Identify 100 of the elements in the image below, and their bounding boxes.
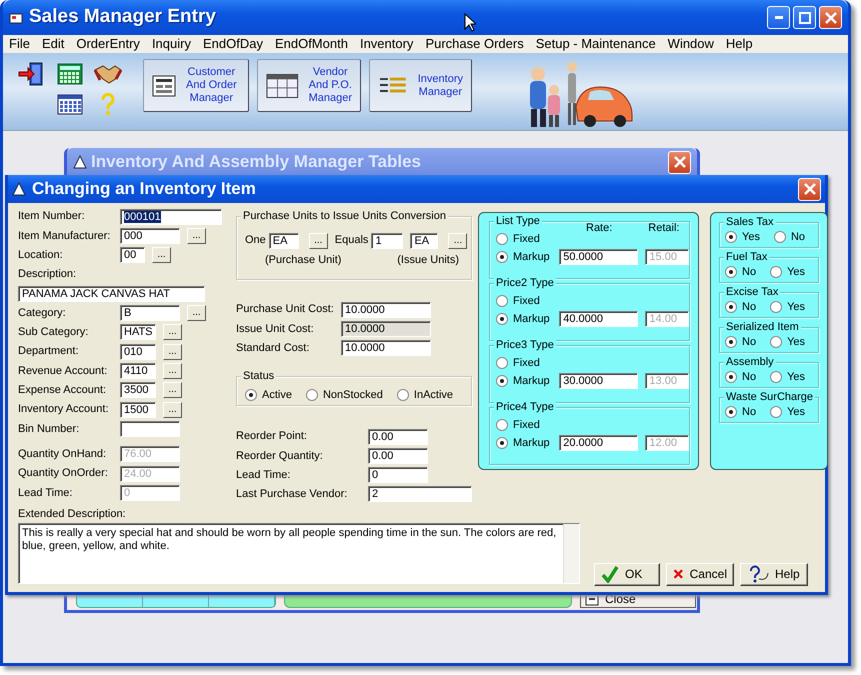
- menu-item[interactable]: Setup - Maintenance: [530, 34, 662, 54]
- lookup-button[interactable]: ...: [163, 382, 182, 398]
- input-field[interactable]: 000: [120, 228, 180, 244]
- radio-label[interactable]: Fixed: [513, 416, 540, 434]
- radio-label[interactable]: Fixed: [513, 230, 540, 248]
- toolbar-button[interactable]: Inventory Manager: [369, 59, 472, 112]
- radio-label[interactable]: No: [742, 368, 756, 386]
- radio-button[interactable]: [725, 231, 737, 243]
- radio-label[interactable]: No: [790, 228, 806, 246]
- lookup-button[interactable]: ...: [163, 402, 182, 418]
- menu-item[interactable]: File: [3, 34, 36, 54]
- radio-label[interactable]: No: [742, 334, 756, 350]
- input-field[interactable]: 2: [368, 486, 472, 502]
- input-field[interactable]: 3500: [120, 382, 156, 398]
- scrollbar[interactable]: [563, 524, 579, 583]
- maximize-button[interactable]: [793, 6, 816, 29]
- ok-button[interactable]: OK: [594, 562, 660, 586]
- input-field[interactable]: B: [120, 305, 180, 322]
- input-field[interactable]: 010: [120, 344, 156, 360]
- toolbar-button[interactable]: Customer And Order Manager: [143, 59, 249, 112]
- lookup-button[interactable]: ...: [187, 228, 206, 244]
- radio-label[interactable]: Markup: [513, 434, 550, 452]
- radio-label[interactable]: Markup: [513, 310, 550, 328]
- radio-button[interactable]: [770, 301, 782, 313]
- lookup-button[interactable]: ...: [448, 232, 468, 249]
- calendar-icon[interactable]: [57, 93, 83, 115]
- radio-button[interactable]: [770, 371, 782, 383]
- input-field[interactable]: HATS: [120, 324, 156, 340]
- menu-item[interactable]: OrderEntry: [70, 34, 146, 54]
- radio-button[interactable]: [496, 295, 508, 307]
- menu-item[interactable]: Inventory: [354, 34, 420, 54]
- menu-item[interactable]: Window: [662, 34, 720, 54]
- input-field[interactable]: 1: [371, 232, 404, 249]
- menu-item[interactable]: Inquiry: [146, 34, 197, 54]
- input-field[interactable]: 000101: [120, 208, 222, 225]
- input-field[interactable]: 0.00: [368, 448, 428, 464]
- radio-label[interactable]: Yes: [787, 298, 806, 316]
- lookup-button[interactable]: ...: [163, 344, 182, 360]
- radio-button[interactable]: [306, 389, 318, 402]
- lookup-button[interactable]: ...: [163, 363, 182, 380]
- radio-label[interactable]: Yes: [787, 334, 806, 350]
- lookup-button[interactable]: ...: [152, 247, 171, 264]
- radio-button[interactable]: [496, 357, 508, 369]
- radio-label[interactable]: Yes: [787, 264, 806, 280]
- radio-button[interactable]: [496, 233, 508, 245]
- close-button[interactable]: [819, 6, 842, 29]
- radio-button[interactable]: [396, 389, 409, 402]
- radio-label[interactable]: Yes: [787, 368, 806, 386]
- radio-button[interactable]: [725, 266, 737, 278]
- input-field[interactable]: EA: [268, 232, 299, 249]
- input-field[interactable]: [120, 420, 180, 437]
- input-field[interactable]: 4110: [120, 363, 156, 380]
- menu-item[interactable]: Help: [720, 34, 759, 54]
- radio-label[interactable]: Markup: [513, 372, 550, 390]
- input-field[interactable]: 10.0000: [341, 302, 431, 318]
- input-field[interactable]: 0.00: [368, 428, 428, 445]
- input-field[interactable]: 0: [368, 467, 428, 484]
- radio-button[interactable]: [770, 336, 782, 348]
- menu-item[interactable]: Edit: [36, 34, 70, 54]
- menu-item[interactable]: EndOfDay: [196, 34, 269, 54]
- radio-button[interactable]: [774, 231, 786, 243]
- input-field[interactable]: 1500: [120, 402, 156, 418]
- radio-button[interactable]: [725, 371, 737, 383]
- handshake-icon[interactable]: [94, 64, 122, 84]
- radio-label[interactable]: No: [742, 298, 756, 316]
- radio-button[interactable]: [245, 389, 257, 402]
- input-field[interactable]: 10.0000: [341, 340, 431, 356]
- radio-button[interactable]: [725, 301, 737, 313]
- menu-item[interactable]: EndOfMonth: [268, 34, 354, 54]
- radio-label[interactable]: Yes: [742, 228, 760, 246]
- input-field[interactable]: PANAMA JACK CANVAS HAT: [18, 286, 205, 302]
- radio-button[interactable]: [725, 336, 737, 348]
- input-field[interactable]: 00: [120, 247, 145, 264]
- input-field[interactable]: 40.0000: [559, 311, 638, 327]
- radio-button[interactable]: [496, 437, 508, 449]
- close-button[interactable]: [798, 178, 821, 200]
- cancel-button[interactable]: Cancel: [666, 562, 734, 586]
- close-button[interactable]: [668, 150, 691, 174]
- radio-button[interactable]: [496, 313, 508, 325]
- radio-label[interactable]: Active: [262, 387, 292, 404]
- input-field[interactable]: 30.0000: [559, 373, 638, 389]
- calculator-icon[interactable]: [57, 63, 83, 85]
- radio-label[interactable]: Fixed: [513, 354, 540, 372]
- input-field[interactable]: 20.0000: [559, 435, 638, 451]
- input-field[interactable]: EA: [410, 232, 438, 249]
- radio-button[interactable]: [496, 375, 508, 387]
- lookup-button[interactable]: ...: [308, 232, 328, 249]
- radio-label[interactable]: No: [742, 404, 756, 420]
- lookup-button[interactable]: ...: [187, 305, 206, 322]
- radio-button[interactable]: [725, 406, 737, 418]
- menu-item[interactable]: Purchase Orders: [419, 34, 530, 54]
- radio-label[interactable]: Markup: [513, 248, 550, 266]
- text-area[interactable]: This is really a very special hat and should be worn by all people spending time in the sun. The colors are red, blue, green, yellow, and white.: [18, 522, 580, 584]
- radio-button[interactable]: [496, 419, 508, 431]
- radio-label[interactable]: Yes: [787, 404, 806, 420]
- input-field[interactable]: 50.0000: [559, 249, 638, 265]
- radio-label[interactable]: NonStocked: [322, 387, 383, 404]
- lookup-button[interactable]: ...: [163, 324, 182, 340]
- radio-button[interactable]: [770, 266, 782, 278]
- radio-label[interactable]: Fixed: [513, 292, 540, 310]
